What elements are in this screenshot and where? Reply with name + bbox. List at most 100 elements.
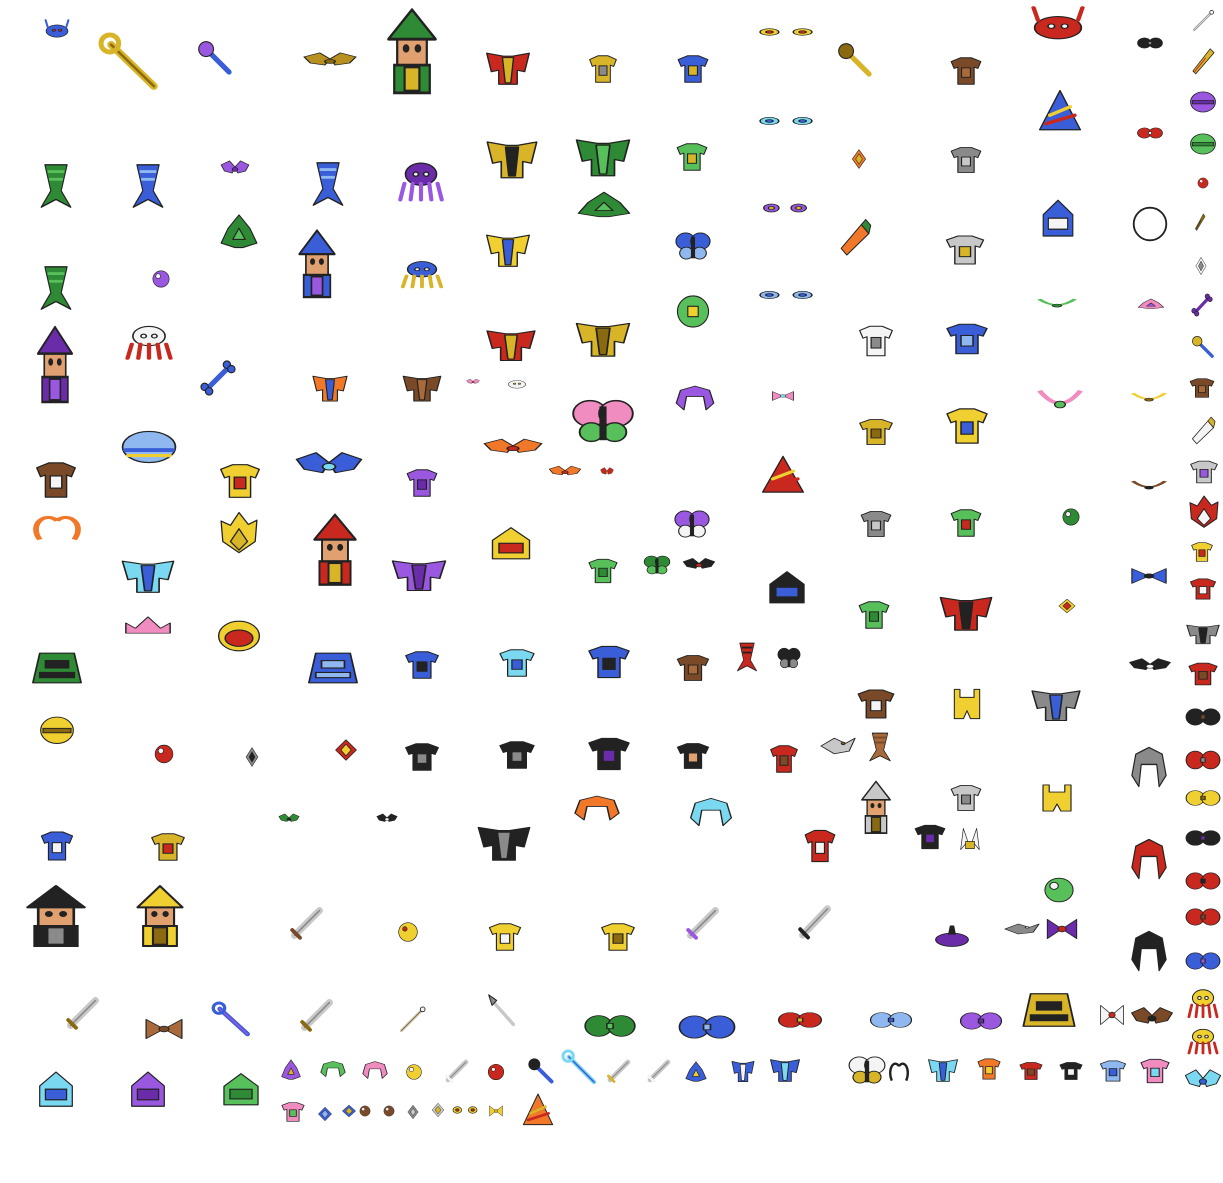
mini-green-horns-icon — [318, 1060, 348, 1078]
purple-helmet-icon — [672, 508, 712, 540]
cyan-earrings-icon — [758, 110, 814, 132]
dark-sword-shirt-icon — [582, 734, 636, 774]
feather-quill-icon — [1190, 46, 1216, 76]
mini-cyan-bubble-shirt-icon — [560, 1048, 600, 1088]
mini-blue-butterfly-icon — [868, 1010, 914, 1030]
red-glasses-2-icon — [800, 826, 840, 866]
brown-shirt-3-icon — [30, 458, 82, 502]
tiny-crab-icon — [198, 358, 238, 398]
mini-steel-sword-icon — [396, 1004, 428, 1036]
red-bow-shirt-icon — [332, 738, 360, 762]
red-orb-icon — [936, 592, 996, 634]
red-gold-shirt-icon — [483, 326, 539, 364]
small-green-bush-icon — [1036, 296, 1078, 310]
red-sword-x-shirt-icon — [1184, 748, 1222, 772]
blue-magic-wand-icon — [36, 828, 78, 864]
red-pirate-character-icon — [766, 742, 802, 776]
mini-crab-hat-icon — [644, 1056, 674, 1086]
green-bow-icon — [946, 506, 986, 540]
blue-armor-character-icon — [400, 648, 444, 682]
seaweed-icon — [574, 190, 634, 220]
mini-purple-helmet-icon — [442, 1056, 472, 1086]
small-quill-icon — [1194, 212, 1206, 232]
gold-lips-icon — [36, 712, 78, 746]
red-lips-icon — [734, 640, 760, 674]
cyan-bubble-shirt-icon — [494, 646, 540, 680]
mini-orange-gem-icon — [974, 1056, 1004, 1082]
mini-blue-hood-icon — [730, 1058, 756, 1084]
purple-necklace-icon — [672, 384, 718, 412]
purple-bat-icon — [220, 158, 250, 180]
mini-magic-wand-icon — [1056, 1060, 1086, 1082]
cutlass-shirt-icon — [244, 746, 260, 768]
mini-gold-crown-icon — [488, 1104, 504, 1118]
blue-vest-icon — [940, 320, 994, 358]
dark-blue-shirt-icon — [764, 568, 810, 608]
lavender-shirt-icon — [1186, 458, 1222, 486]
blue-gem-icon — [150, 268, 172, 290]
orange-earring-icon — [850, 148, 868, 170]
blue-butterfly-wings-icon — [118, 426, 180, 468]
pink-bow-icon — [466, 378, 480, 386]
mini-green-bush-icon — [1040, 874, 1078, 906]
mini-party-hat-icon — [684, 1060, 708, 1084]
gold-mustache-icon — [122, 882, 198, 954]
pirate-character-icon — [672, 740, 714, 772]
magic-wand-icon — [1190, 8, 1216, 34]
sword-x-shirt-icon — [1128, 744, 1170, 790]
gold-lamp-icon — [1036, 782, 1078, 814]
brown-x-shirt-icon — [1130, 478, 1168, 492]
mini-brown-shirt-2-icon — [358, 1104, 372, 1118]
mini-cyan-elephant-icon — [34, 1068, 78, 1112]
mini-brown-ball-icon — [142, 1016, 186, 1042]
purple-squid-hat-icon — [26, 322, 84, 412]
horned-brown-shirt-icon — [852, 686, 900, 722]
orange-bow-icon — [570, 794, 624, 822]
red-gold-vest-icon — [483, 48, 533, 88]
mini-red-x-shirt-icon — [486, 1062, 506, 1082]
mini-gold-armor-icon — [1016, 988, 1082, 1032]
red-lips-2-icon — [152, 742, 176, 766]
red-white-x-shirt-icon — [1186, 576, 1220, 602]
mini-green-frog-shirt-icon — [218, 1070, 264, 1110]
green-frog-shirt-icon — [584, 556, 622, 586]
bone-2-icon — [854, 322, 898, 360]
purple-bat-2-icon — [1044, 916, 1080, 942]
broadsword-icon — [946, 782, 986, 814]
mini-scepter-icon — [210, 1000, 254, 1040]
brown-shirt-2-icon — [1186, 376, 1218, 400]
green-pyramid-hat-icon — [218, 212, 260, 252]
mini-red-gold-vest-icon — [776, 1010, 824, 1030]
rainbow-shirt-2-icon — [310, 372, 350, 404]
mini-mustache-icon — [1128, 928, 1170, 974]
purple-elephant-shirt-icon — [388, 556, 450, 594]
green-bird-icon — [26, 648, 88, 688]
red-mustache-icon — [286, 902, 328, 944]
gold-wings-2-icon — [596, 920, 640, 954]
mermaid-tail-green-icon — [36, 160, 76, 212]
blue-hood-icon — [1038, 196, 1078, 242]
gold-lamp-shirt-icon — [486, 524, 536, 564]
purple-orb-icon — [1187, 88, 1219, 114]
purple-octopus-icon — [393, 158, 449, 204]
blue-wings-icon — [758, 284, 814, 306]
green-slime-hat-icon — [854, 598, 894, 632]
brass-horn-icon — [572, 318, 634, 360]
mini-curly-horns-icon — [958, 1010, 1004, 1032]
gold-red-shirt-icon — [214, 460, 266, 502]
mini-dark-sword-icon — [886, 1058, 912, 1084]
mini-blue-overalls-icon — [526, 1056, 556, 1086]
red-white-shirt-icon — [120, 322, 178, 362]
white-gold-collar-icon — [506, 376, 528, 390]
gold-earrings-icon — [758, 22, 814, 42]
brown-hair-icon — [672, 652, 714, 684]
purple-scepter-icon — [195, 38, 235, 78]
blue-overalls-2-icon — [582, 642, 636, 682]
flame-hat-icon — [482, 436, 544, 460]
gold-x-shirt-2-icon — [214, 616, 264, 656]
gray-cat-ears-icon — [1028, 686, 1084, 724]
gray-shirt-icon — [946, 144, 986, 176]
ruby-staff-icon — [1128, 836, 1170, 882]
white-glasses-icon — [376, 812, 398, 826]
mermaid-tail-green-2-icon — [36, 262, 76, 314]
